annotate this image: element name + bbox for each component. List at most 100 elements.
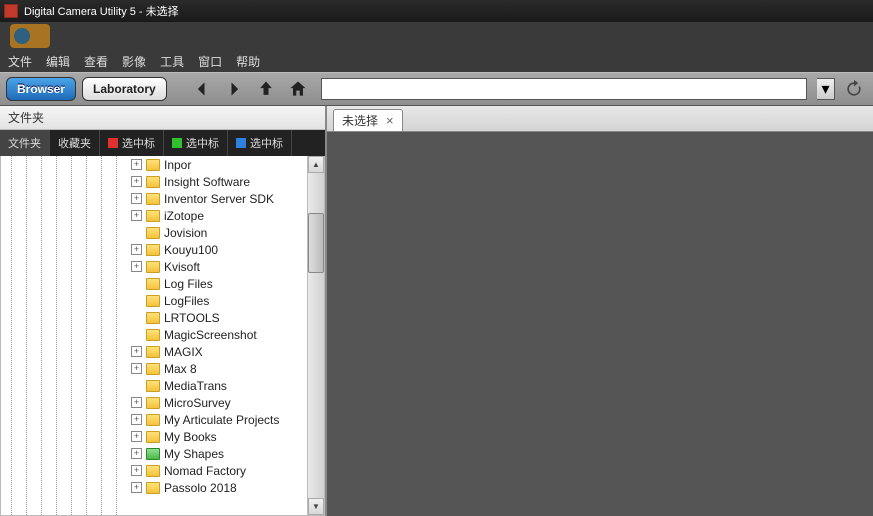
tree-expander-icon <box>131 295 142 306</box>
folder-icon <box>146 397 160 409</box>
folder-icon <box>146 380 160 392</box>
tree-item-label: My Books <box>164 430 217 444</box>
tree-item[interactable]: + iZotope <box>131 207 307 224</box>
tree-item-label: Jovision <box>164 226 207 240</box>
tree-item[interactable]: + My Books <box>131 428 307 445</box>
tree-item[interactable]: +MAGIX <box>131 343 307 360</box>
tree-item-label: iZotope <box>164 209 204 223</box>
laboratory-button[interactable]: Laboratory <box>82 77 167 101</box>
tree-item-label: Inpor <box>164 158 191 172</box>
tree-expander-icon[interactable]: + <box>131 397 142 408</box>
folder-icon <box>146 329 160 341</box>
tree-expander-icon[interactable]: + <box>131 363 142 374</box>
refresh-icon[interactable] <box>841 76 867 102</box>
tree-item[interactable]: +My Shapes <box>131 445 307 462</box>
tree-expander-icon[interactable]: + <box>131 346 142 357</box>
tree-item[interactable]: + Max 8 <box>131 360 307 377</box>
tree-expander-icon[interactable]: + <box>131 176 142 187</box>
content-area <box>327 132 873 516</box>
menubar: 文件 编辑 查看 影像 工具 窗口 帮助 <box>0 50 873 72</box>
tree-list[interactable]: + Inpor+Insight Software+Inventor Server … <box>131 156 307 515</box>
folder-icon <box>146 363 160 375</box>
tree-item[interactable]: MediaTrans <box>131 377 307 394</box>
tree-item[interactable]: +Inventor Server SDK <box>131 190 307 207</box>
folder-icon <box>146 210 160 222</box>
tree-item-label: Kouyu100 <box>164 243 218 257</box>
tree-expander-icon[interactable]: + <box>131 482 142 493</box>
tab-flag-green[interactable]: 选中标 <box>164 130 228 156</box>
tree-item-label: MagicScreenshot <box>164 328 257 342</box>
tree-item[interactable]: LogFiles <box>131 292 307 309</box>
scroll-down-icon[interactable]: ▼ <box>308 498 324 515</box>
scroll-thumb[interactable] <box>308 213 324 273</box>
tree-expander-icon[interactable]: + <box>131 414 142 425</box>
tree-expander-icon[interactable]: + <box>131 244 142 255</box>
tree-expander-icon <box>131 278 142 289</box>
tree-expander-icon[interactable]: + <box>131 193 142 204</box>
titlebar: Digital Camera Utility 5 - 未选择 <box>0 0 873 22</box>
tree-item[interactable]: + Inpor <box>131 156 307 173</box>
tree-expander-icon[interactable]: + <box>131 210 142 221</box>
address-input[interactable] <box>321 78 807 100</box>
folder-icon <box>146 227 160 239</box>
left-tabs: 文件夹 收藏夹 选中标 选中标 选中标 <box>0 130 325 156</box>
brand-bar <box>0 22 873 50</box>
browser-button[interactable]: Browser <box>6 77 76 101</box>
folder-icon <box>146 295 160 307</box>
tab-favorites[interactable]: 收藏夹 <box>50 130 100 156</box>
tree-item-label: MediaTrans <box>164 379 227 393</box>
folder-icon <box>146 159 160 171</box>
menu-file[interactable]: 文件 <box>8 53 32 70</box>
content-tab[interactable]: 未选择 × <box>333 109 403 131</box>
tab-flag-blue[interactable]: 选中标 <box>228 130 292 156</box>
tree-item[interactable]: + Kouyu100 <box>131 241 307 258</box>
folder-icon <box>146 278 160 290</box>
menu-help[interactable]: 帮助 <box>236 53 260 70</box>
folder-header: 文件夹 <box>0 106 325 130</box>
folder-icon <box>146 193 160 205</box>
menu-edit[interactable]: 编辑 <box>46 53 70 70</box>
home-icon[interactable] <box>285 76 311 102</box>
tree-expander-icon[interactable]: + <box>131 159 142 170</box>
tree-item[interactable]: +Nomad Factory <box>131 462 307 479</box>
tree-expander-icon[interactable]: + <box>131 448 142 459</box>
nav-back-icon[interactable] <box>189 76 215 102</box>
tree-item[interactable]: +My Articulate Projects <box>131 411 307 428</box>
vertical-scrollbar[interactable]: ▲ ▼ <box>307 156 324 515</box>
tree-item[interactable]: +MicroSurvey <box>131 394 307 411</box>
tree-item[interactable]: LRTOOLS <box>131 309 307 326</box>
menu-window[interactable]: 窗口 <box>198 53 222 70</box>
tree-gutter <box>1 156 131 515</box>
folder-icon <box>146 346 160 358</box>
menu-view[interactable]: 查看 <box>84 53 108 70</box>
close-tab-icon[interactable]: × <box>386 113 394 128</box>
tree-item-label: LogFiles <box>164 294 209 308</box>
tab-flag-blue-label: 选中标 <box>250 135 283 151</box>
nav-forward-icon[interactable] <box>221 76 247 102</box>
tree-item-label: Max 8 <box>164 362 197 376</box>
tree-item[interactable]: +Insight Software <box>131 173 307 190</box>
tree-expander-icon[interactable]: + <box>131 431 142 442</box>
menu-tools[interactable]: 工具 <box>160 53 184 70</box>
flag-blue-icon <box>236 138 246 148</box>
tree-item[interactable]: + Kvisoft <box>131 258 307 275</box>
address-dropdown-icon[interactable]: ▾ <box>817 78 835 100</box>
tab-flag-red-label: 选中标 <box>122 135 155 151</box>
folder-icon <box>146 244 160 256</box>
tree-item-label: Kvisoft <box>164 260 200 274</box>
menu-image[interactable]: 影像 <box>122 53 146 70</box>
right-panel: 未选择 × <box>327 106 873 516</box>
tree-expander-icon[interactable]: + <box>131 465 142 476</box>
tree-expander-icon <box>131 329 142 340</box>
tab-folders[interactable]: 文件夹 <box>0 130 50 156</box>
nav-up-icon[interactable] <box>253 76 279 102</box>
tree-expander-icon[interactable]: + <box>131 261 142 272</box>
tree-item[interactable]: +Passolo 2018 <box>131 479 307 496</box>
tree-item-label: LRTOOLS <box>164 311 220 325</box>
tree-item[interactable]: Jovision <box>131 224 307 241</box>
flag-green-icon <box>172 138 182 148</box>
tree-item[interactable]: MagicScreenshot <box>131 326 307 343</box>
tree-item[interactable]: Log Files <box>131 275 307 292</box>
tab-flag-red[interactable]: 选中标 <box>100 130 164 156</box>
scroll-up-icon[interactable]: ▲ <box>308 156 324 173</box>
